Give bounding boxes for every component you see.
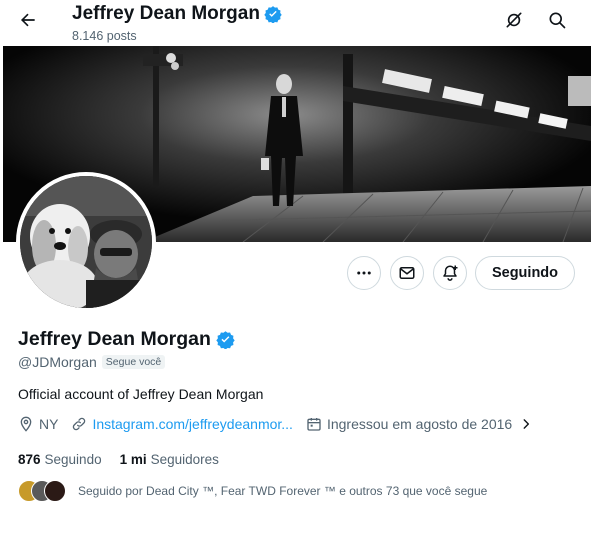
followed-by-row[interactable]: Seguido por Dead City ™, Fear TWD Foreve… xyxy=(18,480,487,502)
location-text: NY xyxy=(39,416,59,432)
grok-button[interactable] xyxy=(501,7,527,33)
mutual-avatars xyxy=(18,480,68,502)
message-button[interactable] xyxy=(390,256,424,290)
bell-plus-icon xyxy=(443,265,458,281)
followed-by-text: Seguido por Dead City ™, Fear TWD Foreve… xyxy=(78,484,488,498)
followers-stat[interactable]: 1 mi Seguidores xyxy=(120,452,219,467)
profile-name-row: Jeffrey Dean Morgan xyxy=(18,328,235,351)
following-button[interactable]: Seguindo xyxy=(475,256,575,290)
followers-count: 1 mi xyxy=(119,452,147,467)
location-pin-icon xyxy=(20,416,32,432)
handle-row: @JDMorgan Segue você xyxy=(18,354,166,370)
following-count: 876 xyxy=(18,452,41,467)
joined-item: Ingressou em agosto de 2016 xyxy=(306,416,533,432)
profile-link[interactable]: Instagram.com/jeffreydeanmor... xyxy=(92,416,293,432)
follow-stats: 876 Seguindo 1 mi Seguidores xyxy=(18,452,237,467)
search-icon xyxy=(549,12,566,29)
profile-handle: @JDMorgan xyxy=(18,354,97,370)
following-label: Seguindo xyxy=(44,452,102,467)
more-options-button[interactable] xyxy=(347,256,381,290)
link-item[interactable]: Instagram.com/jeffreydeanmor... xyxy=(71,416,293,432)
following-stat[interactable]: 876 Seguindo xyxy=(18,452,102,467)
post-count: 8.146 posts xyxy=(72,29,137,43)
top-bar: Jeffrey Dean Morgan 8.146 posts xyxy=(0,0,601,46)
header-name: Jeffrey Dean Morgan xyxy=(72,3,260,24)
search-button[interactable] xyxy=(544,7,570,33)
location-item: NY xyxy=(18,416,58,432)
chevron-right-icon[interactable] xyxy=(519,417,533,431)
profile-meta: NY Instagram.com/jeffreydeanmor... Ingre… xyxy=(18,416,546,432)
more-icon xyxy=(357,271,371,275)
profile-avatar[interactable] xyxy=(16,172,156,312)
notifications-button[interactable] xyxy=(433,256,467,290)
envelope-icon xyxy=(399,267,415,279)
link-icon xyxy=(73,417,86,431)
joined-text: Ingressou em agosto de 2016 xyxy=(326,416,513,432)
back-button[interactable] xyxy=(14,6,42,34)
verified-badge-icon xyxy=(264,6,282,23)
followers-label: Seguidores xyxy=(150,452,219,467)
mutual-avatar xyxy=(44,480,66,502)
profile-name: Jeffrey Dean Morgan xyxy=(18,328,211,350)
profile-bio: Official account of Jeffrey Dean Morgan xyxy=(18,386,264,402)
header-title: Jeffrey Dean Morgan xyxy=(72,3,282,25)
calendar-icon xyxy=(307,418,321,431)
verified-badge-icon xyxy=(216,331,235,349)
grok-icon xyxy=(506,12,522,28)
follows-you-badge: Segue você xyxy=(101,355,166,369)
arrow-left-icon xyxy=(20,13,35,27)
avatar-image xyxy=(20,176,152,308)
